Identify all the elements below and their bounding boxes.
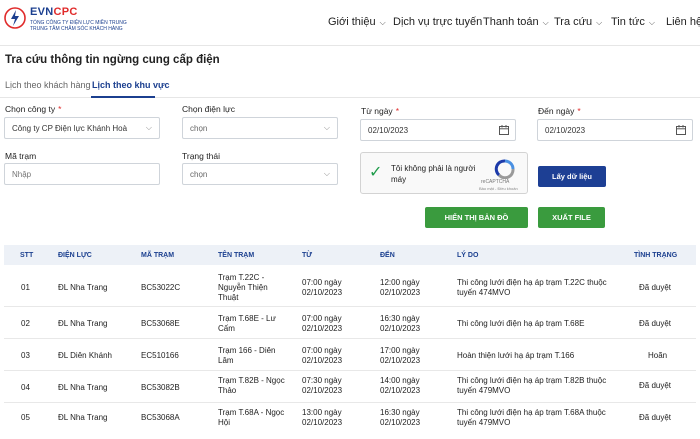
cell-name: Trạm 166 - Diên Lâm	[218, 346, 276, 365]
col-header-tinh-trang: TÌNH TRẠNG	[634, 252, 678, 259]
from-date-label: Từ ngày *	[361, 106, 399, 116]
cell-code: BC53082B	[141, 383, 180, 392]
cell-reason: Thi công lưới điện hạ áp trạm T.22C thuộ…	[457, 278, 607, 297]
col-header-tu: TỪ	[302, 252, 313, 259]
cell-unit: ĐL Nha Trang	[58, 283, 108, 292]
cell-from: 07:00 ngày 02/10/2023	[302, 314, 343, 333]
tab-lich-theo-khach-hang[interactable]: Lịch theo khách hàng	[5, 80, 91, 90]
cell-unit: ĐL Nha Trang	[58, 319, 108, 328]
recaptcha-brand: reCAPTCHA	[481, 179, 510, 185]
status-select[interactable]: chọn ⌵	[182, 163, 338, 185]
export-file-button[interactable]: XUẤT FILE	[538, 207, 605, 228]
cell-status: Đã duyệt	[639, 381, 672, 390]
show-map-button[interactable]: HIỂN THỊ BẢN ĐỒ	[425, 207, 528, 228]
active-tab-indicator	[91, 96, 155, 98]
table-row[interactable]: 04 ĐL Nha Trang BC53082B Trạm T.82B - Ng…	[4, 371, 696, 403]
from-date-input[interactable]: 02/10/2023	[360, 119, 516, 141]
cell-unit: ĐL Diên Khánh	[58, 351, 112, 360]
chevron-down-icon: ⌵	[323, 169, 330, 178]
col-header-ten-tram: TÊN TRẠM	[218, 252, 255, 259]
col-header-den: ĐẾN	[380, 252, 395, 259]
cell-status: Hoãn	[648, 351, 668, 360]
nav-item-tin-tuc[interactable]: Tin tức ⌵	[611, 16, 655, 28]
site-header: EVNCPC TỔNG CÔNG TY ĐIỆN LỰC MIỀN TRUNG T…	[0, 0, 700, 46]
cell-to: 14:00 ngày 02/10/2023	[380, 376, 421, 395]
fetch-data-button[interactable]: Lấy dữ liệu	[538, 166, 606, 187]
cell-name: Trạm T.82B - Ngọc Thảo	[218, 376, 285, 395]
cell-unit: ĐL Nha Trang	[58, 413, 108, 422]
cell-from: 07:30 ngày 02/10/2023	[302, 376, 343, 395]
chevron-down-icon: ⌵	[323, 123, 330, 132]
unit-select[interactable]: chọn ⌵	[182, 117, 338, 139]
chevron-down-icon: ⌵	[145, 123, 152, 132]
cell-code: BC53068A	[141, 413, 180, 422]
company-label: Chọn công ty *	[5, 104, 62, 114]
recaptcha-links[interactable]: Bảo mật - Điều khoản	[479, 186, 518, 191]
chevron-down-icon: ⌵	[379, 18, 386, 27]
chevron-down-icon: ⌵	[648, 18, 655, 27]
cell-name: Trạm T.68E - Lư Cấm	[218, 314, 276, 333]
cell-code: BC53068E	[141, 319, 180, 328]
cell-reason: Thi công lưới điện hạ áp trạm T.82B thuộ…	[457, 376, 607, 395]
chevron-down-icon: ⌵	[596, 18, 603, 27]
unit-label: Chọn điện lực	[182, 104, 235, 114]
logo-subtitle: TỔNG CÔNG TY ĐIỆN LỰC MIỀN TRUNG TRUNG TÂ…	[30, 20, 127, 32]
station-input[interactable]	[4, 163, 160, 185]
cell-status: Đã duyệt	[639, 319, 672, 328]
calendar-icon	[499, 125, 509, 135]
cell-reason: Hoàn thiện lưới hạ áp trạm T.166	[457, 351, 575, 360]
cell-to: 16:30 ngày 02/10/2023	[380, 314, 421, 333]
cell-name: Trạm T.68A - Ngọc Hội	[218, 408, 285, 427]
cell-from: 07:00 ngày 02/10/2023	[302, 346, 343, 365]
cell-unit: ĐL Nha Trang	[58, 383, 108, 392]
cell-code: EC510166	[141, 351, 179, 360]
cell-name: Trạm T.22C - Nguyễn Thiện Thuật	[218, 273, 268, 302]
calendar-icon	[676, 125, 686, 135]
cell-status: Đã duyệt	[639, 413, 672, 422]
station-label: Mã trạm	[5, 151, 37, 161]
table-header: STT ĐIỆN LỰC MÃ TRẠM TÊN TRẠM TỪ ĐẾN LÝ …	[4, 245, 696, 265]
logo-mark-icon	[4, 7, 26, 29]
table-row[interactable]: 01 ĐL Nha Trang BC53022C Trạm T.22C - Ng…	[4, 265, 696, 307]
cell-from: 13:00 ngày 02/10/2023	[302, 408, 343, 427]
col-header-ly-do: LÝ DO	[457, 252, 479, 259]
cell-stt: 01	[21, 283, 30, 292]
cell-reason: Thi công lưới điện hạ áp trạm T.68A thuộ…	[457, 408, 606, 427]
col-header-stt: STT	[20, 252, 34, 259]
cell-code: BC53022C	[141, 283, 181, 292]
tab-lich-theo-khu-vuc[interactable]: Lịch theo khu vực	[92, 80, 170, 90]
nav-item-dich-vu[interactable]: Dịch vụ trực tuyến	[393, 16, 482, 28]
nav-item-lien-he[interactable]: Liên hệ	[666, 16, 700, 28]
nav-item-tra-cuu[interactable]: Tra cứu ⌵	[554, 16, 602, 28]
cell-from: 07:00 ngày 02/10/2023	[302, 278, 343, 297]
table-row[interactable]: 02 ĐL Nha Trang BC53068E Trạm T.68E - Lư…	[4, 307, 696, 339]
page-title: Tra cứu thông tin ngừng cung cấp điện	[5, 54, 220, 66]
evncpc-logo[interactable]: EVNCPC TỔNG CÔNG TY ĐIỆN LỰC MIỀN TRUNG T…	[4, 4, 144, 42]
cell-to: 17:00 ngày 02/10/2023	[380, 346, 421, 365]
recaptcha-widget[interactable]: ✓ Tôi không phải là người máy reCAPTCHA …	[360, 152, 528, 194]
company-select[interactable]: Công ty CP Điện lực Khánh Hoà ⌵	[4, 117, 160, 139]
cell-to: 16:30 ngày 02/10/2023	[380, 408, 421, 427]
cell-status: Đã duyệt	[639, 283, 672, 292]
cell-stt: 05	[21, 413, 30, 422]
cell-stt: 02	[21, 319, 30, 328]
col-header-ma-tram: MÃ TRẠM	[141, 252, 175, 259]
cell-stt: 03	[21, 351, 30, 360]
to-date-label: Đến ngày *	[538, 106, 581, 116]
recaptcha-logo-icon	[494, 159, 515, 179]
logo-brand: EVNCPC	[30, 6, 78, 18]
cell-to: 12:00 ngày 02/10/2023	[380, 278, 421, 297]
table-row[interactable]: 03 ĐL Diên Khánh EC510166 Trạm 166 - Diê…	[4, 339, 696, 371]
cell-reason: Thi công lưới điện hạ áp trạm T.68E	[457, 319, 585, 328]
checkmark-icon[interactable]: ✓	[369, 162, 382, 182]
table-row[interactable]: 05 ĐL Nha Trang BC53068A Trạm T.68A - Ng…	[4, 403, 696, 439]
col-header-dien-luc: ĐIỆN LỰC	[58, 252, 92, 259]
recaptcha-label: Tôi không phải là người máy	[391, 164, 476, 184]
nav-item-gioi-thieu[interactable]: Giới thiệu ⌵	[328, 16, 386, 28]
to-date-input[interactable]: 02/10/2023	[537, 119, 693, 141]
chevron-down-icon: ⌵	[542, 18, 549, 27]
status-label: Trạng thái	[182, 151, 220, 161]
nav-item-thanh-toan[interactable]: Thanh toán ⌵	[483, 16, 549, 28]
cell-stt: 04	[21, 383, 30, 392]
